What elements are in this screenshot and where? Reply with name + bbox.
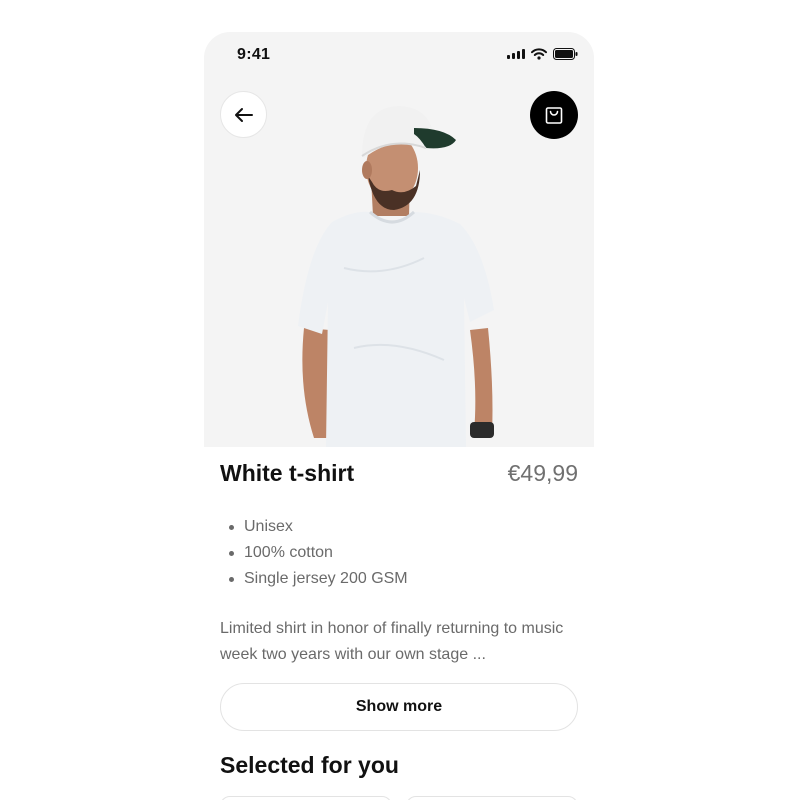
status-icons (507, 48, 578, 60)
status-time: 9:41 (237, 46, 271, 63)
cart-button[interactable] (530, 91, 578, 139)
section-title-selected: Selected for you (220, 752, 399, 778)
product-price: €49,99 (507, 460, 578, 486)
back-button[interactable] (220, 91, 267, 138)
feature-item: 100% cotton (220, 540, 408, 566)
feature-item: Unisex (220, 514, 408, 540)
product-hero: 9:41 (204, 32, 594, 447)
product-description: Limited shirt in honor of finally return… (220, 620, 564, 663)
feature-item: Single jersey 200 GSM (220, 566, 408, 592)
arrow-left-icon (234, 107, 253, 122)
battery-icon (553, 48, 578, 60)
shopping-bag-icon (545, 107, 563, 124)
product-image (298, 106, 494, 447)
recommendation-card[interactable] (406, 796, 578, 800)
feature-list: Unisex 100% cotton Single jersey 200 GSM (220, 514, 408, 592)
recommendation-card[interactable] (220, 796, 392, 800)
signal-icon (507, 49, 525, 59)
show-more-button[interactable]: Show more (220, 683, 578, 731)
product-screen: 9:41 White t-shirt €49,99 Unisex 100% co… (204, 32, 594, 800)
bullet-icon (229, 524, 234, 530)
wifi-icon (531, 48, 547, 60)
product-title: White t-shirt (220, 460, 355, 486)
bullet-icon (229, 576, 234, 582)
bullet-icon (229, 550, 234, 556)
